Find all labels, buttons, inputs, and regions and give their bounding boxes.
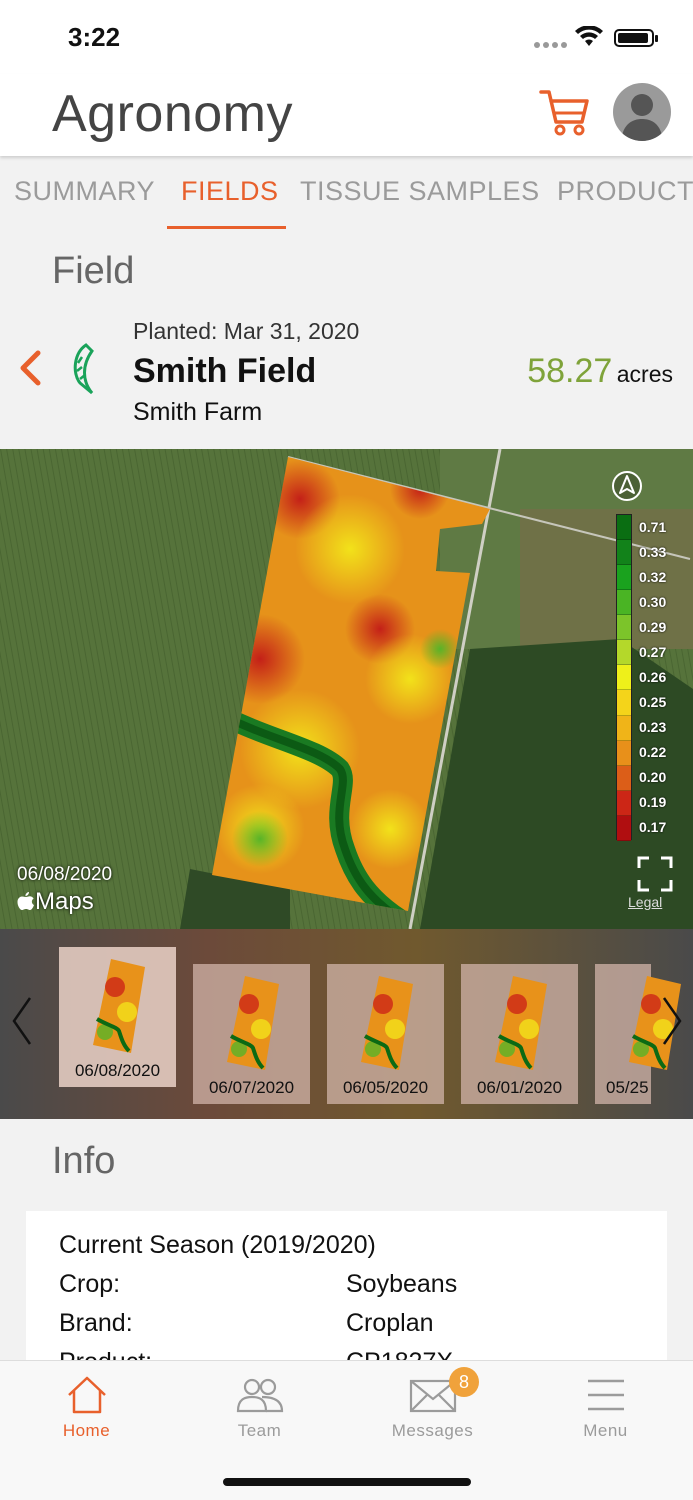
legend-value: 0.23 <box>639 719 667 736</box>
legend-value: 0.71 <box>639 518 667 535</box>
field-heatmap-thumbnail <box>93 959 145 1053</box>
nav-team-label: Team <box>237 1421 282 1440</box>
legend-value: 0.30 <box>639 593 667 610</box>
thumbnail-date: 06/05/2020 <box>342 1078 429 1097</box>
thumbnail-date: 06/07/2020 <box>208 1078 295 1097</box>
farm-name: Smith Farm <box>133 398 263 426</box>
legend-value: 0.33 <box>639 543 667 560</box>
legend-swatch <box>617 640 631 666</box>
field-map[interactable] <box>0 449 693 929</box>
app-title: Agronomy <box>52 85 293 143</box>
nav-messages[interactable]: Messages <box>346 1361 519 1461</box>
field-shape-icon <box>73 343 94 395</box>
status-time: 3:22 <box>68 22 121 52</box>
legend-value: 0.20 <box>639 769 667 786</box>
thumbnail-date: 06/08/2020 <box>74 1061 161 1080</box>
imagery-thumbnail[interactable]: 06/08/2020 <box>59 947 176 1087</box>
field-heatmap-thumbnail <box>495 976 547 1070</box>
field-name: Smith Field <box>133 352 317 390</box>
maps-attribution: Maps <box>17 888 94 916</box>
crop-value: Soybeans <box>346 1270 458 1298</box>
map-image-date: 06/08/2020 <box>17 864 113 885</box>
field-heatmap-thumbnail <box>227 976 279 1070</box>
tab-tissue-samples[interactable]: TISSUE SAMPLES <box>300 176 540 207</box>
legend-swatch <box>617 765 631 791</box>
imagery-thumbnail[interactable]: 05/25 <box>595 964 681 1104</box>
nav-team[interactable]: Team <box>173 1361 346 1461</box>
status-bar: 3:22 <box>0 0 693 74</box>
apple-logo-icon <box>17 892 34 910</box>
active-tab-indicator <box>167 226 286 229</box>
wifi-icon <box>575 26 603 46</box>
legend-value: 0.27 <box>639 643 667 660</box>
back-chevron-icon[interactable] <box>18 350 42 386</box>
nav-home[interactable]: Home <box>0 1361 173 1461</box>
tab-bar: SUMMARY FIELDS TISSUE SAMPLES PRODUCTS <box>0 160 693 230</box>
team-icon <box>236 1378 283 1413</box>
field-heatmap-thumbnail <box>361 976 413 1070</box>
legend-swatch <box>617 815 631 841</box>
avatar[interactable] <box>613 83 671 141</box>
legend-swatch <box>617 740 631 766</box>
legend-value: 0.26 <box>639 669 667 685</box>
carousel-prev-chevron-icon[interactable] <box>10 995 34 1047</box>
legend-swatch <box>617 565 631 591</box>
satellite-imagery <box>0 449 693 929</box>
field-section-title: Field <box>52 250 135 292</box>
carousel-next-chevron-icon[interactable] <box>660 995 684 1047</box>
current-season: Current Season (2019/2020) <box>59 1231 376 1259</box>
thumbnail-date: 06/01/2020 <box>476 1078 563 1097</box>
legend-value: 0.32 <box>639 568 667 585</box>
brand-value: Croplan <box>346 1309 434 1337</box>
home-indicator <box>223 1478 471 1486</box>
legend-value: 0.19 <box>639 794 667 811</box>
imagery-thumbnail[interactable]: 06/05/2020 <box>327 964 444 1104</box>
acres-unit: acres <box>616 361 673 387</box>
legend-swatch <box>617 790 631 816</box>
user-silhouette-icon <box>621 94 663 141</box>
planted-date: Planted: Mar 31, 2020 <box>133 318 360 344</box>
cart-icon[interactable] <box>538 86 590 138</box>
thumbnail-date: 05/25 <box>606 1078 649 1097</box>
compass-icon[interactable] <box>611 470 643 502</box>
legend-swatch <box>617 540 631 566</box>
legend-value: 0.22 <box>639 744 667 761</box>
nav-menu-label: Menu <box>583 1421 628 1440</box>
home-icon <box>67 1376 106 1414</box>
battery-icon <box>614 29 658 47</box>
cellular-signal-icon <box>534 42 568 48</box>
maps-label: Maps <box>35 888 94 915</box>
nav-home-label: Home <box>62 1421 111 1440</box>
tab-summary[interactable]: SUMMARY <box>14 176 155 207</box>
legend-value: 0.17 <box>639 819 667 836</box>
brand-label: Brand: <box>59 1309 133 1337</box>
legend-swatch <box>617 615 631 641</box>
legend-swatch <box>617 690 631 716</box>
legend-swatch <box>617 715 631 741</box>
legend-swatch <box>617 515 631 541</box>
info-section-title: Info <box>52 1140 116 1182</box>
imagery-thumbnail[interactable]: 06/07/2020 <box>193 964 310 1104</box>
tab-fields[interactable]: FIELDS <box>181 176 279 207</box>
legend-swatch <box>617 590 631 616</box>
legal-link[interactable]: Legal <box>628 894 662 910</box>
imagery-date-carousel[interactable]: 06/08/2020 06/07/2020 06/05/2020 06/01/2020… <box>0 929 693 1119</box>
crop-label: Crop: <box>59 1270 121 1298</box>
tab-products[interactable]: PRODUCTS <box>557 176 693 207</box>
hamburger-menu-icon <box>587 1379 624 1411</box>
app-header: Agronomy <box>0 74 693 156</box>
messages-unread-badge: 8 <box>449 1367 479 1397</box>
info-card: Current Season (2019/2020) Crop: Soybean… <box>26 1211 667 1371</box>
nav-messages-label: Messages <box>391 1421 474 1440</box>
ndvi-legend-bar <box>616 514 632 841</box>
fullscreen-expand-icon[interactable] <box>637 856 673 892</box>
imagery-thumbnail[interactable]: 06/01/2020 <box>461 964 578 1104</box>
acres-value: 58.27 <box>527 352 613 390</box>
legend-swatch <box>617 665 631 691</box>
nav-menu[interactable]: Menu <box>519 1361 692 1461</box>
legend-value: 0.29 <box>639 618 667 635</box>
legend-value: 0.25 <box>639 694 667 711</box>
field-acreage: 58.27 acres <box>527 352 673 391</box>
